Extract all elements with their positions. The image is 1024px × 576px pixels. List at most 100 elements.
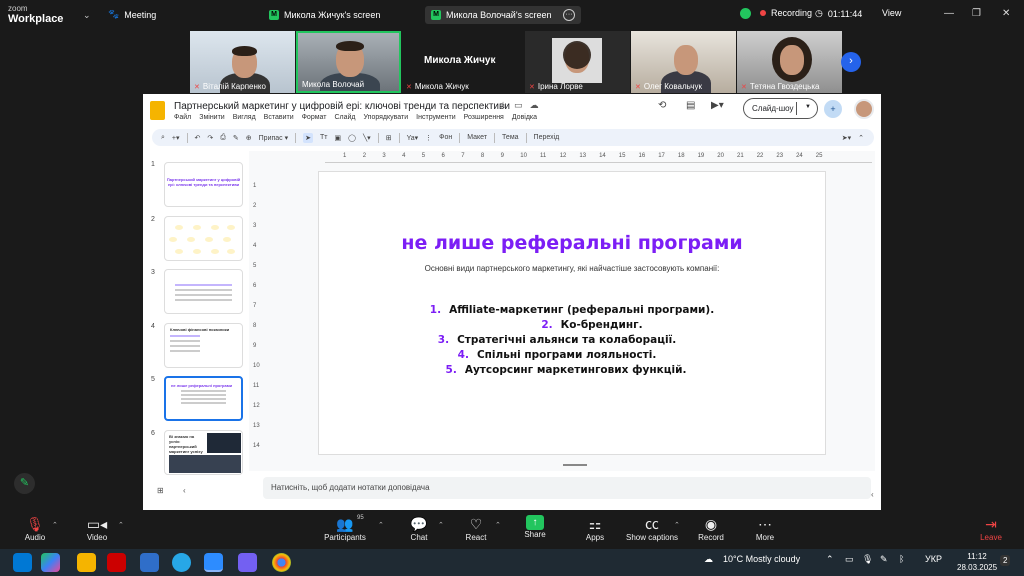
slide-thumbnail[interactable] (164, 216, 243, 261)
viber-icon[interactable] (238, 553, 257, 572)
file-explorer-icon[interactable] (77, 553, 96, 572)
menu-file[interactable]: Файл (174, 114, 191, 121)
search-icon[interactable]: ⌕ (161, 134, 165, 142)
app-icon[interactable] (140, 553, 159, 572)
zoom-app-icon[interactable] (204, 553, 223, 572)
paint-format-icon[interactable]: ✎ (233, 134, 239, 142)
weather-icon[interactable]: ☁ (704, 554, 713, 565)
star-icon[interactable]: ☆ (499, 100, 507, 111)
slide-subtitle[interactable]: Основні види партнерського маркетингу, я… (319, 264, 825, 273)
image-icon[interactable]: ▣ (335, 134, 342, 142)
undo-icon[interactable]: ↶ (195, 134, 201, 142)
mic-tray-icon[interactable]: 🎙 (862, 554, 873, 565)
transition-button[interactable]: Перехід (534, 134, 560, 141)
menu-arrange[interactable]: Упорядкувати (364, 114, 409, 121)
add-person-icon[interactable]: + (824, 100, 842, 118)
comment-icon[interactable]: ▤ (686, 100, 695, 111)
video-tile[interactable]: Микола Жичук ✕ Микола Жичук (402, 31, 524, 93)
share-screen-button[interactable]: ↑ Share (505, 515, 565, 539)
input-tools-icon[interactable]: Ya▾ (407, 134, 419, 142)
tray-overflow-icon[interactable]: ⌃ (826, 554, 834, 565)
grid-view-icon[interactable]: ⊞ (157, 486, 164, 495)
weather-text[interactable]: 10°C Mostly cloudy (723, 554, 800, 564)
security-shield[interactable] (740, 8, 751, 19)
more-button[interactable]: ⋯ More (735, 515, 795, 542)
collapse-icon[interactable]: ⌃ (858, 134, 864, 142)
chevron-down-icon[interactable]: ⌄ (83, 10, 91, 21)
recording-indicator[interactable]: Recording (760, 8, 812, 18)
slide-thumbnail[interactable]: Ві знаємо на успіх: партнерський маркети… (164, 430, 243, 475)
line-icon[interactable]: ╲▾ (363, 134, 371, 142)
folder-icon[interactable]: ▭ (514, 100, 523, 111)
menu-insert[interactable]: Вставити (264, 114, 294, 121)
chevron-up-icon[interactable]: ⌃ (674, 521, 680, 529)
participants-button[interactable]: 👥 95 Participants (315, 515, 375, 542)
video-tile[interactable]: ✕ Ірина Лорве (525, 31, 630, 93)
background-button[interactable]: Фон (439, 134, 452, 141)
slide-thumbnail[interactable] (164, 269, 243, 314)
slide-list[interactable]: 1. Affiliate-маркетинг (реферальні програ… (319, 303, 825, 378)
pointer-icon[interactable]: ➤▾ (842, 134, 851, 142)
windows-start-icon[interactable] (13, 553, 32, 572)
notification-badge[interactable]: 2 (1000, 555, 1011, 566)
horizontal-scrollbar[interactable] (563, 464, 587, 466)
slideshow-button[interactable]: Слайд-шоу ▼ (743, 98, 818, 119)
screen-tab-zhychuk[interactable]: M Микола Жичук's screen (263, 6, 386, 24)
shape-icon[interactable]: ◯ (348, 134, 356, 142)
text-box-icon[interactable]: Tт (320, 134, 327, 141)
apps-button[interactable]: ⚏ Apps (565, 515, 625, 542)
add-icon[interactable]: +▾ (172, 134, 180, 142)
language-indicator[interactable]: УКР (925, 554, 942, 564)
telegram-icon[interactable] (172, 553, 191, 572)
copilot-icon[interactable] (41, 553, 60, 572)
slide-thumbnail[interactable]: Партнерський маркетинг у цифровій ері: к… (164, 162, 243, 207)
chevron-up-icon[interactable]: ⌃ (438, 521, 444, 529)
view-menu[interactable]: View (882, 8, 901, 18)
chevron-up-icon[interactable]: ⌃ (52, 521, 58, 529)
chevron-up-icon[interactable]: ⌃ (378, 521, 384, 529)
screen-tab-volochai[interactable]: M Микола Волочай's screen ··· (425, 6, 581, 24)
menu-help[interactable]: Довідка (512, 114, 537, 121)
layout-button[interactable]: Макет (467, 134, 487, 141)
slide-title[interactable]: не лише реферальні програми (319, 232, 825, 254)
annotate-pen-icon[interactable]: ✎ (14, 473, 35, 494)
document-title[interactable]: Партнерський маркетинг у цифровій ері: к… (174, 101, 510, 112)
chevron-up-icon[interactable]: ⌃ (118, 521, 124, 529)
menu-tools[interactable]: Інструменти (416, 114, 455, 121)
menu-extensions[interactable]: Розширення (464, 114, 504, 121)
leave-button[interactable]: ⇥ Leave (961, 515, 1021, 542)
history-icon[interactable]: ⟲ (658, 100, 666, 111)
record-button[interactable]: ◉ Record (681, 515, 741, 542)
clock[interactable]: 11:12 28.03.2025 (957, 551, 997, 573)
video-tile[interactable]: ✕ Олег Ковальчук (631, 31, 736, 93)
restore-icon[interactable]: ❐ (972, 8, 981, 19)
collapse-filmstrip-icon[interactable]: ‹ (183, 486, 186, 495)
captions-button[interactable]: ㏄ Show captions (622, 515, 682, 542)
menu-edit[interactable]: Змінити (199, 114, 225, 121)
comment-add-icon[interactable]: ⊞ (386, 134, 392, 142)
bluetooth-icon[interactable]: ᛒ (899, 554, 904, 564)
video-tile-active-speaker[interactable]: Микола Волочай (296, 31, 401, 93)
chevron-up-icon[interactable]: ⌃ (495, 521, 501, 529)
gallery-next-button[interactable]: › (841, 52, 861, 72)
chrome-icon[interactable] (272, 553, 291, 572)
select-cursor-icon[interactable]: ➤ (303, 132, 314, 143)
meet-camera-icon[interactable]: ▶▾ (711, 100, 724, 111)
cloud-icon[interactable]: ☁ (530, 100, 539, 111)
zoom-fit-dropdown[interactable]: Припас ▾ (259, 134, 289, 142)
slide-thumbnail[interactable]: Ключові фінансові показники (164, 323, 243, 368)
more-options-icon[interactable]: ··· (563, 9, 575, 21)
redo-icon[interactable]: ↷ (207, 134, 213, 142)
slide-thumbnail-selected[interactable]: не лише реферальні програми (164, 376, 243, 421)
avatar[interactable] (854, 99, 874, 119)
chevron-down-icon[interactable]: ▼ (805, 104, 811, 110)
theme-button[interactable]: Тема (502, 134, 518, 141)
acrobat-icon[interactable] (107, 553, 126, 572)
menu-slide[interactable]: Слайд (334, 114, 355, 121)
print-icon[interactable]: ⎙ (220, 134, 226, 142)
side-panel-toggle-icon[interactable]: ‹ (871, 490, 874, 499)
close-icon[interactable]: ✕ (1002, 8, 1010, 19)
meeting-button[interactable]: 🐾 Meeting (108, 9, 156, 20)
menu-view[interactable]: Вигляд (233, 114, 256, 121)
zoom-icon[interactable]: ⊕ (246, 134, 252, 142)
